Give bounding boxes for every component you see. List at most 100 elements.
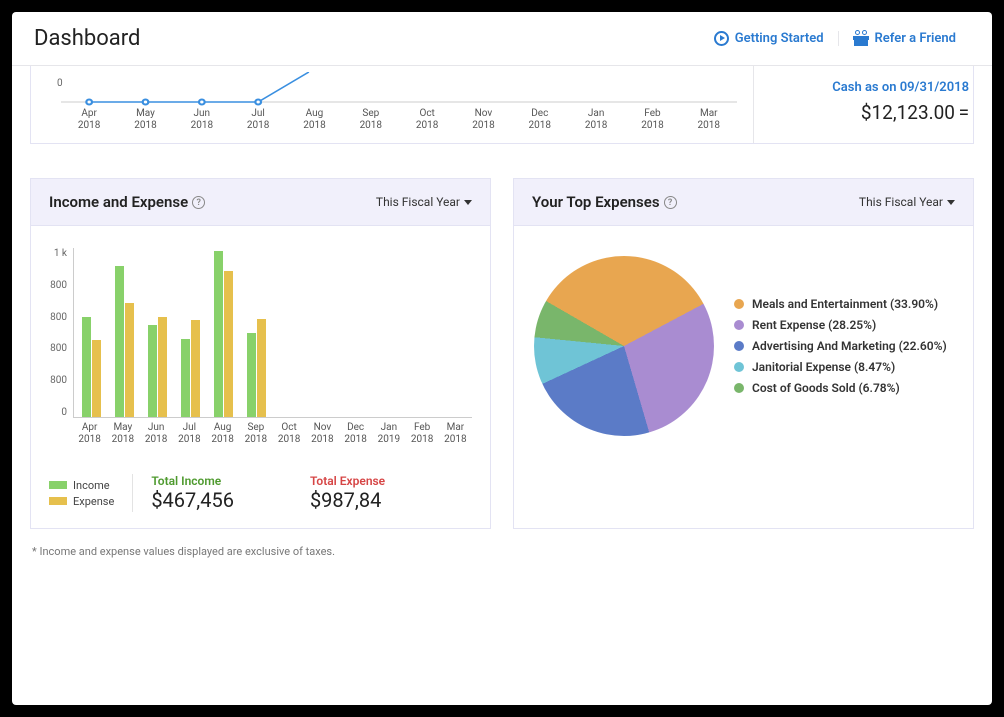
bar-group [340,248,371,417]
page-header: Dashboard Getting Started Refer a Friend [12,12,992,66]
bar-group [439,248,470,417]
line-x-tick: Mar2018 [681,108,737,132]
bar-y-tick: 800 [45,280,67,291]
pie-legend-item: Cost of Goods Sold (6.78%) [734,381,947,395]
bar-chart-x-axis: Apr2018May2018Jun2018Jul2018Aug2018Sep20… [73,418,472,446]
line-chart-svg [61,72,737,108]
pie-legend-label: Cost of Goods Sold (6.78%) [752,381,900,395]
line-x-tick: Sep2018 [343,108,399,132]
footnote: * Income and expense values displayed ar… [12,539,992,564]
income-expense-card: Income and Expense ? This Fiscal Year 1 … [30,178,491,529]
expense-swatch [49,497,67,505]
top-expenses-header: Your Top Expenses ? This Fiscal Year [514,179,973,226]
top-expenses-pie-chart [534,256,714,436]
gift-icon [853,32,869,46]
legend-dot [734,341,744,351]
bar-group [241,248,272,417]
total-income-block: Total Income $467,456 [151,474,234,512]
total-income-label: Total Income [151,474,234,488]
line-x-tick: Dec2018 [512,108,568,132]
cash-flow-line-chart: 0 Apr2018May2018Jun2018Jul2018Aug2018Sep… [31,66,753,143]
top-expenses-range-selector[interactable]: This Fiscal Year [859,195,955,209]
refer-friend-link[interactable]: Refer a Friend [838,31,970,46]
bar-group [208,248,239,417]
pie-legend-label: Advertising And Marketing (22.60%) [752,339,947,353]
bar-x-tick: Jun2018 [140,418,173,446]
bar-x-tick: May2018 [106,418,139,446]
line-x-tick: Apr2018 [61,108,117,132]
legend-income: Income [49,479,114,492]
y-axis-zero: 0 [57,78,63,89]
legend-dot [734,362,744,372]
income-swatch [49,481,67,489]
refer-friend-label: Refer a Friend [875,31,956,46]
getting-started-link[interactable]: Getting Started [700,31,838,46]
expense-bar [125,303,134,417]
pie-legend-item: Janitorial Expense (8.47%) [734,360,947,374]
help-icon[interactable]: ? [664,196,677,209]
getting-started-label: Getting Started [735,31,824,46]
bar-x-tick: Sep2018 [239,418,272,446]
expense-bar [191,320,200,417]
chevron-down-icon [464,200,472,205]
bar-x-tick: Apr2018 [73,418,106,446]
line-x-tick: Jul2018 [230,108,286,132]
line-x-tick: Jan2018 [568,108,624,132]
income-expense-footer: Income Expense Total Income $467,456 Tot… [31,456,490,528]
bar-y-tick: 1 k [45,248,67,259]
divider [132,474,133,512]
bar-x-tick: Mar2018 [439,418,472,446]
legend-dot [734,299,744,309]
line-chart-x-axis: Apr2018May2018Jun2018Jul2018Aug2018Sep20… [61,108,737,132]
income-bar [115,266,124,417]
bar-group [373,248,404,417]
bar-x-tick: Dec2018 [339,418,372,446]
bar-x-tick: Aug2018 [206,418,239,446]
expense-bar [257,319,266,417]
line-x-tick: Oct2018 [399,108,455,132]
income-bar [214,251,223,417]
bar-chart-y-axis: 1 k8008008008000 [45,248,73,418]
bar-y-tick: 0 [45,407,67,418]
bar-group [307,248,338,417]
bar-group [109,248,140,417]
bar-chart-container: 1 k8008008008000 Apr2018May2018Jun2018Ju… [31,226,490,456]
bar-x-tick: Nov2018 [306,418,339,446]
line-x-tick: May2018 [117,108,173,132]
play-circle-icon [714,31,729,46]
line-x-tick: Feb2018 [624,108,680,132]
bar-chart-bars [73,248,472,418]
top-expenses-title: Your Top Expenses ? [532,193,677,211]
cash-amount: $12,123.00 = [772,101,969,124]
pie-legend-item: Meals and Entertainment (33.90%) [734,297,947,311]
bar-x-tick: Jul2018 [173,418,206,446]
pie-legend-item: Advertising And Marketing (22.60%) [734,339,947,353]
legend-expense: Expense [49,495,114,508]
total-income-value: $467,456 [151,488,234,512]
expense-bar [92,340,101,417]
total-expense-block: Total Expense $987,84 [310,474,385,512]
bar-group [76,248,107,417]
line-x-tick: Jun2018 [174,108,230,132]
income-expense-bar-chart: 1 k8008008008000 [45,248,472,418]
line-x-tick: Aug2018 [286,108,342,132]
income-bar [181,339,190,417]
income-bar [148,325,157,417]
help-icon[interactable]: ? [192,196,205,209]
line-x-tick: Nov2018 [455,108,511,132]
bar-y-tick: 800 [45,343,67,354]
income-bar [82,317,91,417]
bar-group [142,248,173,417]
bar-group [274,248,305,417]
bar-y-tick: 800 [45,312,67,323]
bar-x-tick: Jan2019 [372,418,405,446]
bar-group [406,248,437,417]
chevron-down-icon [947,200,955,205]
pie-legend-label: Meals and Entertainment (33.90%) [752,297,938,311]
expense-bar [224,271,233,417]
header-links: Getting Started Refer a Friend [700,31,970,46]
pie-legend-item: Rent Expense (28.25%) [734,318,947,332]
bar-x-tick: Oct2018 [273,418,306,446]
pie-chart-container: Meals and Entertainment (33.90%) Rent Exp… [514,226,973,466]
income-expense-range-selector[interactable]: This Fiscal Year [376,195,472,209]
